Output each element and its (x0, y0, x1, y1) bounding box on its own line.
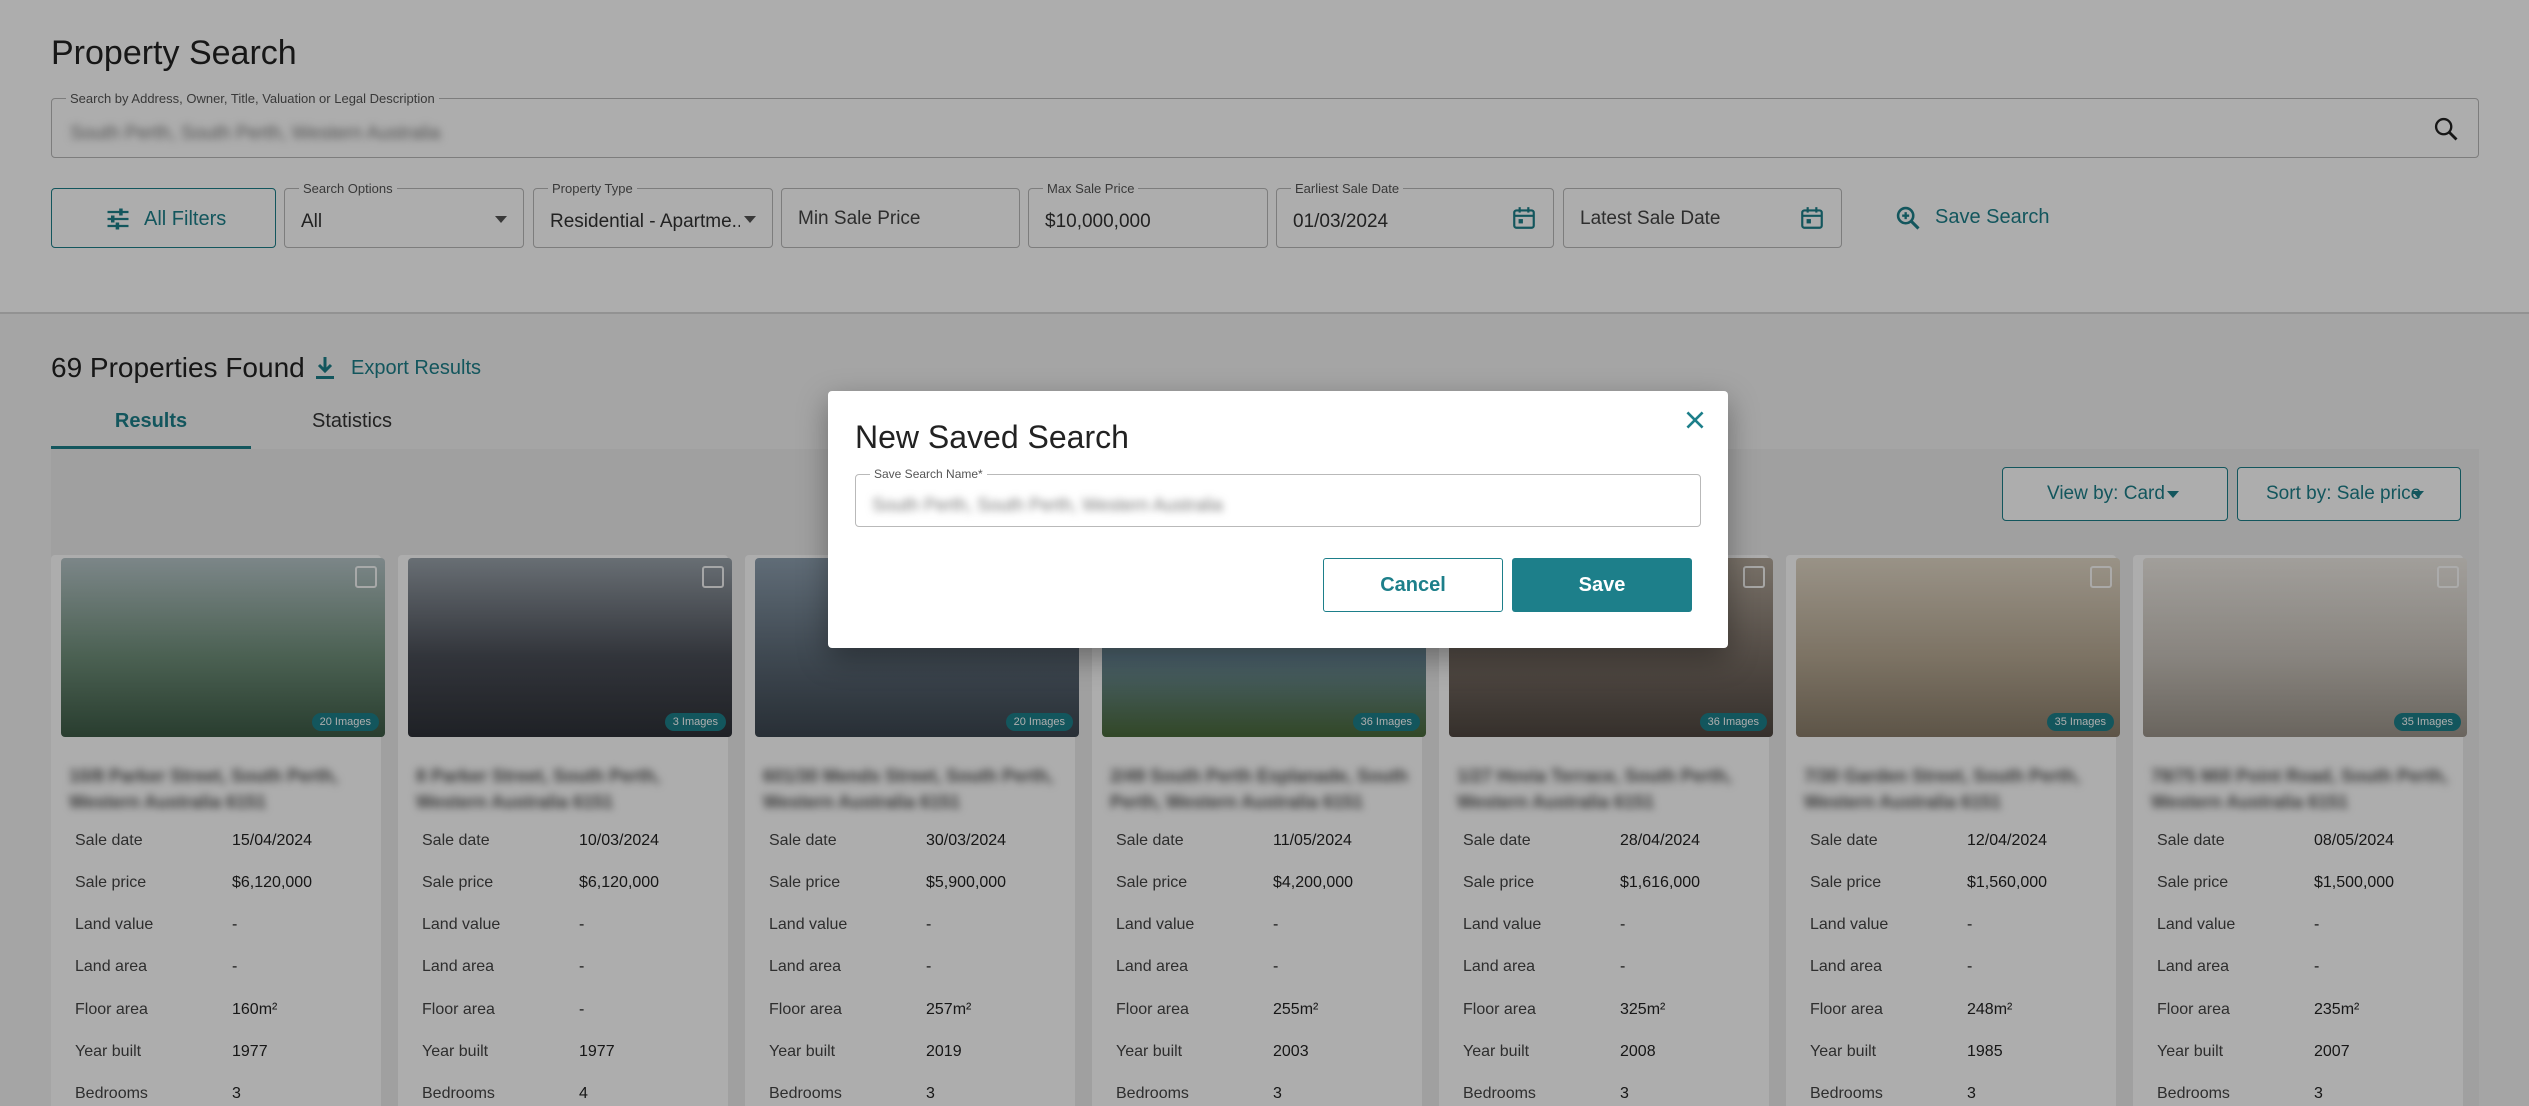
save-button[interactable]: Save (1512, 558, 1692, 612)
save-search-name-input[interactable]: Save Search Name* South Perth, South Per… (855, 467, 1701, 527)
close-icon[interactable] (1682, 407, 1708, 433)
dialog-title: New Saved Search (855, 419, 1129, 455)
save-search-name-label: Save Search Name* (870, 467, 987, 481)
save-search-name-value: South Perth, South Perth, Western Austra… (872, 495, 1223, 515)
cancel-button[interactable]: Cancel (1323, 558, 1503, 612)
new-saved-search-dialog: New Saved Search Save Search Name* South… (828, 391, 1728, 648)
